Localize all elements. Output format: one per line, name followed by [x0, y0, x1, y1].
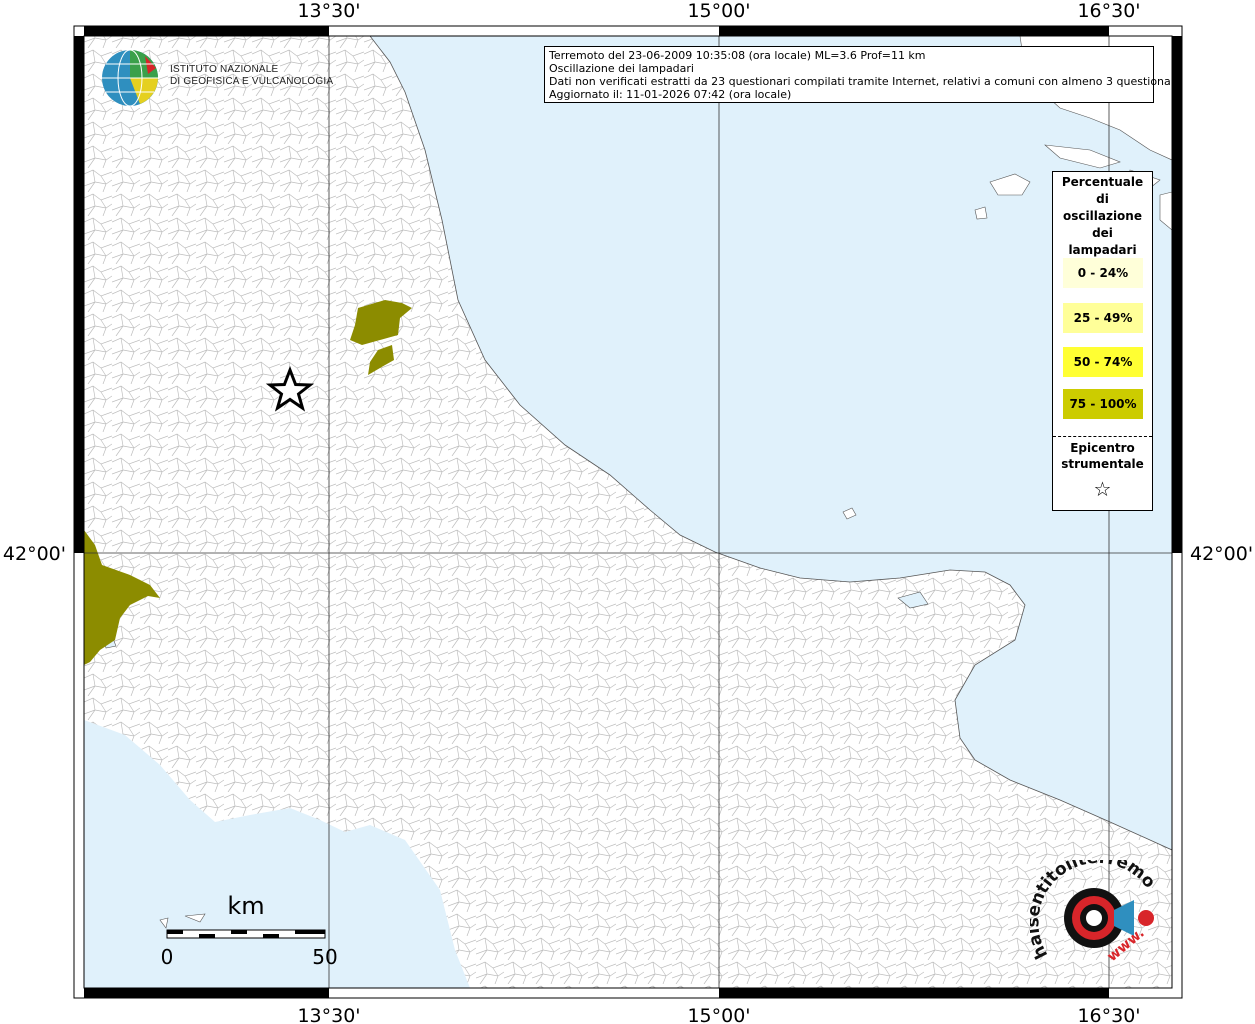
- lat-tick-right: 42°00': [1190, 543, 1253, 565]
- event-info-line1: Terremoto del 23-06-2009 10:35:08 (ora l…: [549, 49, 926, 62]
- lon-tick-top-2: 15°00': [687, 0, 750, 22]
- legend-title-line: oscillazione: [1063, 209, 1142, 223]
- legend-epicenter-line1: Epicentro: [1070, 441, 1135, 455]
- event-info-line3: Dati non verificati estratti da 23 quest…: [549, 75, 1182, 88]
- legend-title-line: lampadari: [1068, 243, 1137, 257]
- legend-separator: [1053, 436, 1152, 437]
- legend-star-icon: ☆: [1093, 477, 1112, 501]
- lon-tick-top-1: 13°30': [297, 0, 360, 22]
- hai-sentito-il-terremoto-logo: haisentitoilterremoto.it www.: [1030, 860, 1159, 965]
- legend-swatch-75-100: 75 - 100%: [1063, 389, 1143, 419]
- scale-bar: km 0 50: [161, 892, 338, 969]
- lon-tick-bottom-3: 16°30': [1077, 1005, 1140, 1024]
- lon-tick-bottom-1: 13°30': [297, 1005, 360, 1024]
- event-info-line2: Oscillazione dei lampadari: [549, 62, 694, 75]
- ingv-name-line1: ISTITUTO NAZIONALE: [170, 64, 279, 75]
- legend-title-line: dei: [1092, 226, 1113, 240]
- legend-title: Percentuale di oscillazione dei lampadar…: [1053, 174, 1152, 259]
- ingv-name-line2: DI GEOFISICA E VULCANOLOGIA: [170, 76, 334, 87]
- question-icon: [1138, 910, 1154, 926]
- legend-swatch-50-74: 50 - 74%: [1063, 347, 1143, 377]
- lon-tick-top-3: 16°30': [1077, 0, 1140, 22]
- scale-unit: km: [227, 892, 264, 920]
- lon-tick-bottom-2: 15°00': [687, 1005, 750, 1024]
- legend-swatch-25-49: 25 - 49%: [1063, 303, 1143, 333]
- scale-end: 50: [312, 945, 337, 969]
- event-info-line4: Aggiornato il: 11-01-2026 07:42 (ora loc…: [549, 88, 792, 101]
- scale-start: 0: [161, 945, 174, 969]
- legend-swatch-0-24: 0 - 24%: [1063, 258, 1143, 288]
- ingv-name: ISTITUTO NAZIONALE DI GEOFISICA E VULCAN…: [170, 64, 333, 88]
- lat-tick-left: 42°00': [3, 543, 66, 565]
- legend-epicenter-label: Epicentro strumentale: [1053, 440, 1152, 472]
- legend: Percentuale di oscillazione dei lampadar…: [1052, 171, 1153, 511]
- legend-epicenter-line2: strumentale: [1061, 457, 1144, 471]
- legend-title-line: Percentuale: [1061, 175, 1144, 189]
- legend-title-line: di: [1096, 192, 1109, 206]
- event-info-box: Terremoto del 23-06-2009 10:35:08 (ora l…: [544, 46, 1182, 103]
